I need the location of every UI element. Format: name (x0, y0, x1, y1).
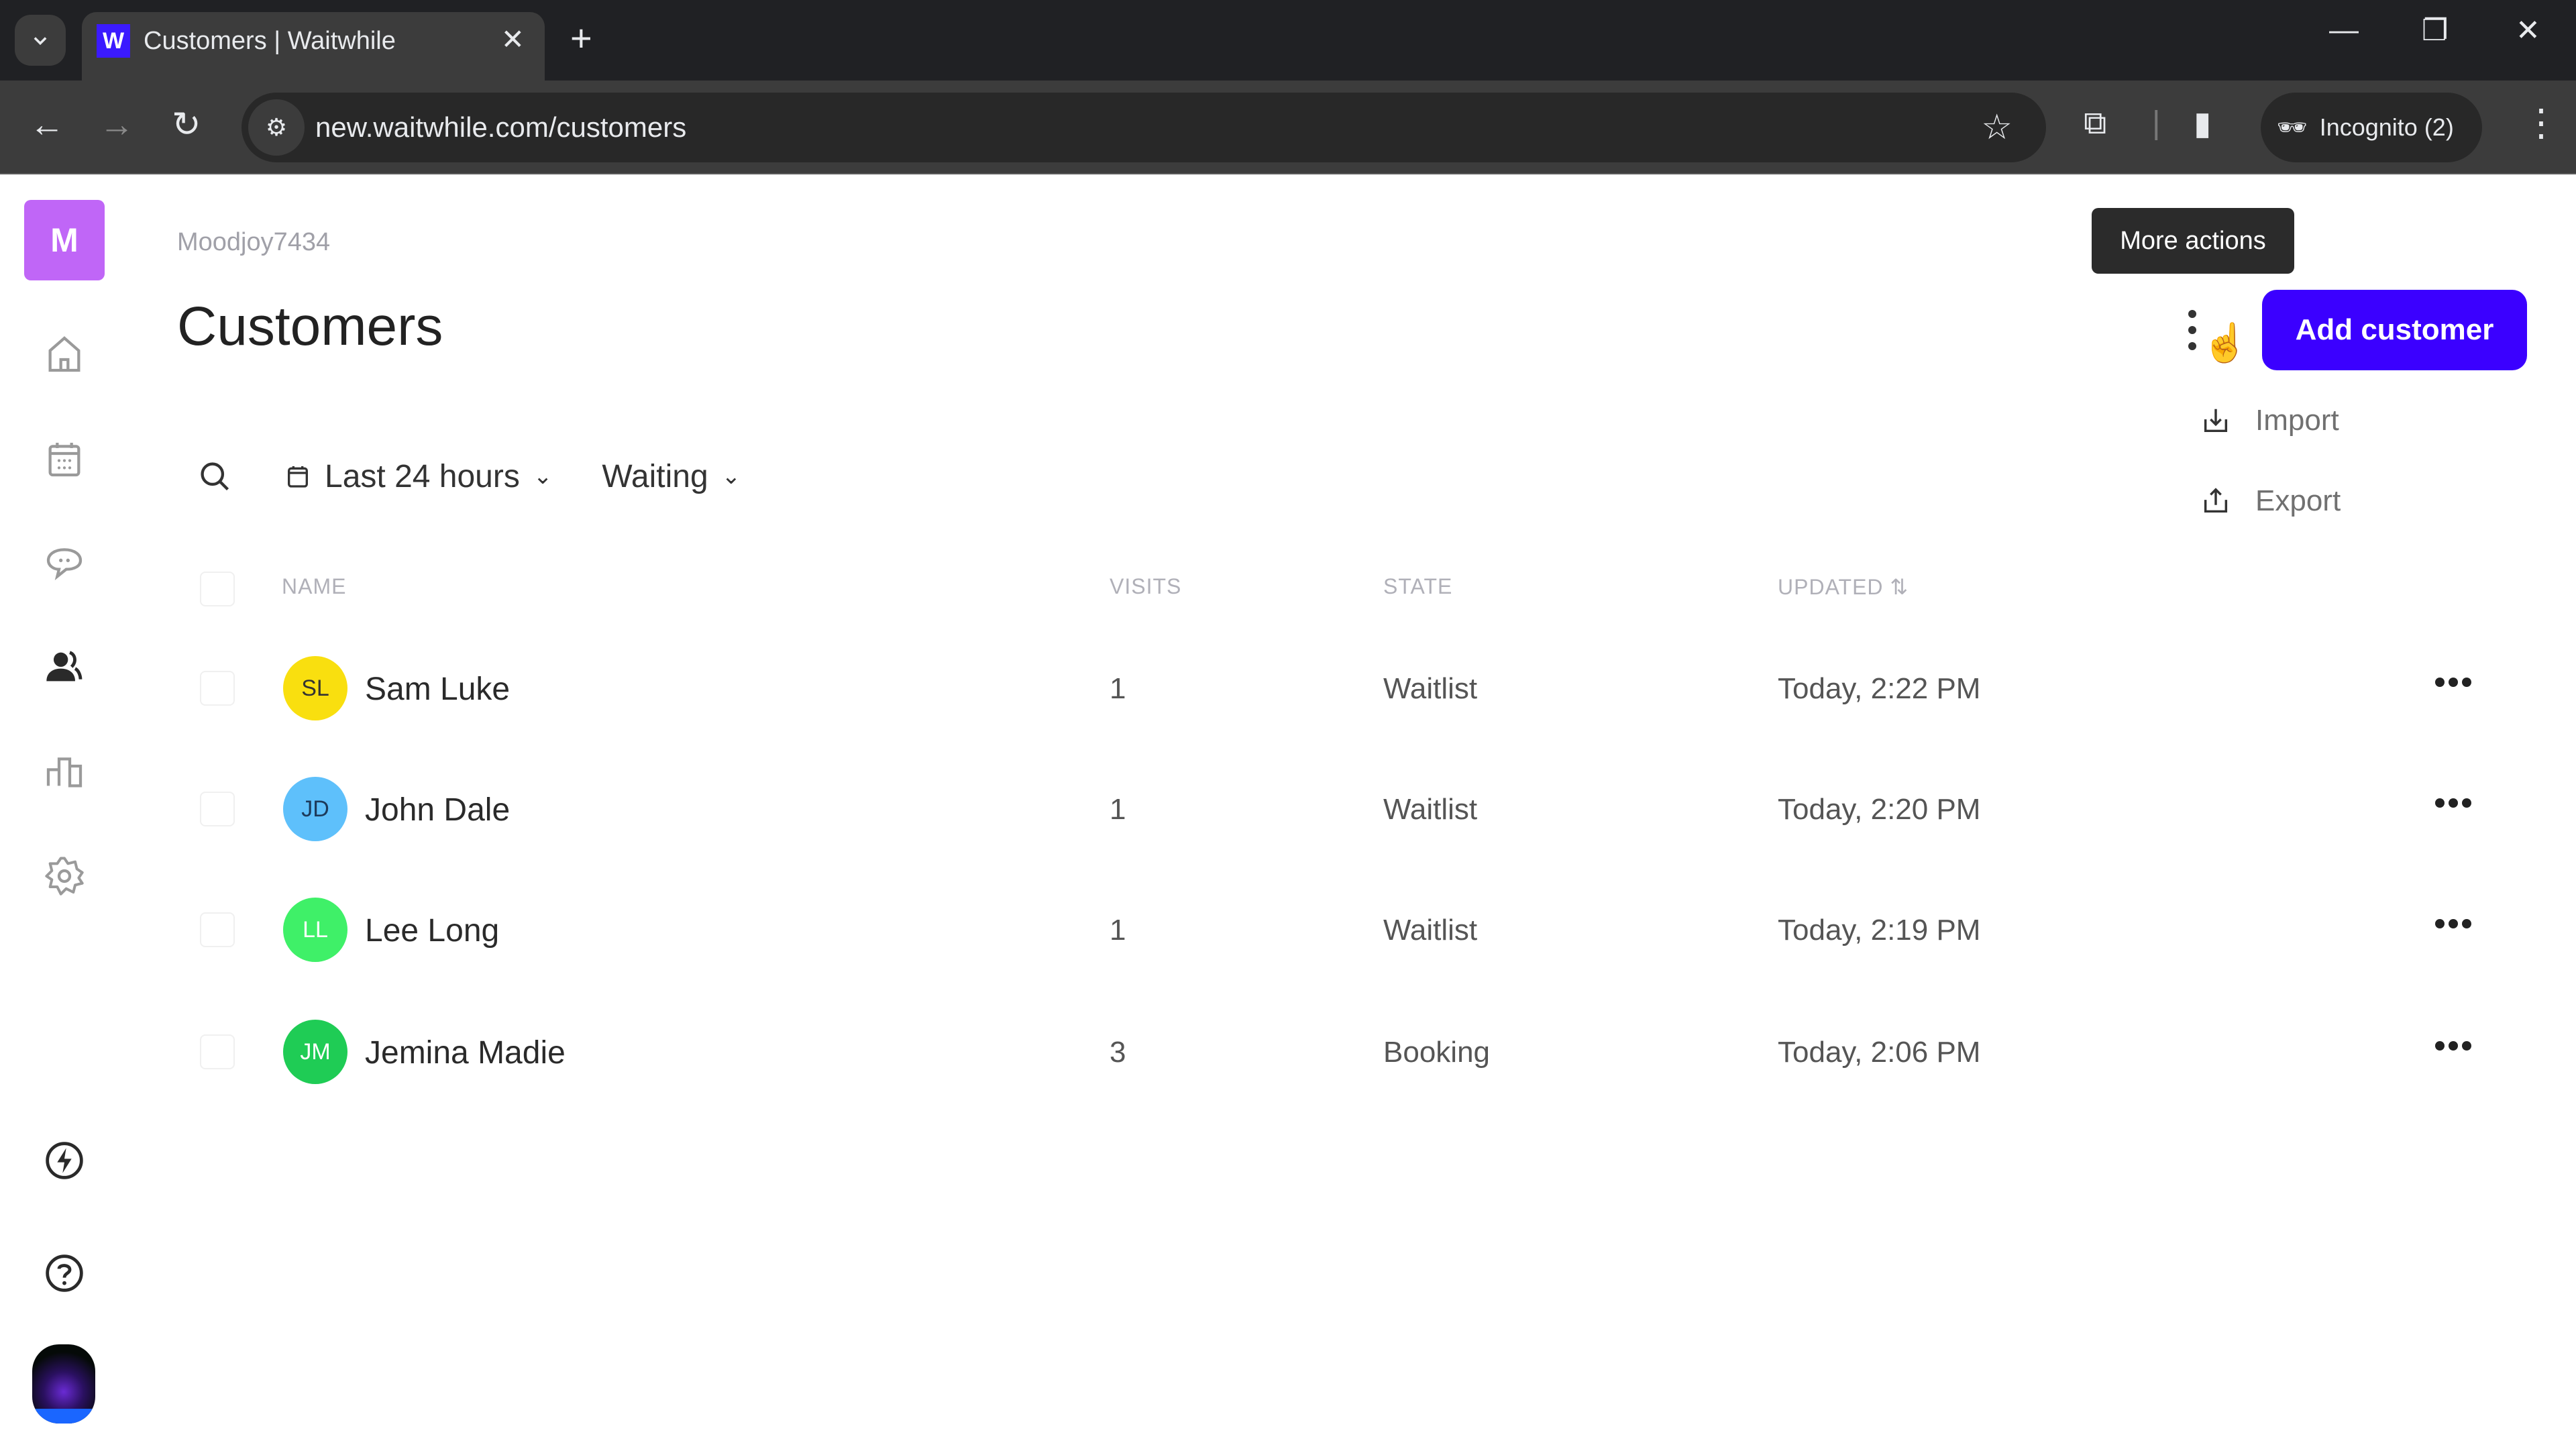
export-label: Export (2255, 484, 2341, 517)
customer-name[interactable]: John Dale (365, 792, 510, 828)
row-more-button[interactable] (2435, 919, 2471, 928)
search-icon (201, 462, 229, 491)
extensions-icon[interactable]: ⧉ (2084, 105, 2106, 142)
browser-toolbar: ← → ↻ ⚙ new.waitwhile.com/customers ☆ ⧉ … (0, 80, 2576, 174)
table-row[interactable]: LL Lee Long 1 Waitlist Today, 2:19 PM (0, 890, 2576, 970)
visits-count: 3 (1110, 1036, 1126, 1069)
kebab-dot (2188, 342, 2196, 350)
import-icon (2204, 409, 2228, 433)
visits-count: 1 (1110, 793, 1126, 826)
browser-menu-icon[interactable]: ⋮ (2522, 101, 2560, 145)
incognito-icon: 🕶 (2277, 113, 2308, 141)
home-icon[interactable] (40, 330, 89, 378)
avatar-initials: SL (301, 675, 329, 701)
tab-search-button[interactable] (15, 15, 66, 66)
row-more-button[interactable] (2435, 678, 2471, 687)
row-more-button[interactable] (2435, 1041, 2471, 1051)
row-checkbox[interactable] (200, 792, 235, 826)
select-all-checkbox[interactable] (200, 572, 235, 606)
incognito-label: Incognito (2) (2319, 113, 2454, 141)
chevron-down-icon: ⌄ (533, 464, 553, 489)
filter-bar: Last 24 hours ⌄ Waiting ⌄ (195, 449, 741, 503)
updated-time: Today, 2:06 PM (1778, 1036, 1981, 1069)
side-panel-icon[interactable]: ▮ (2194, 105, 2211, 142)
table-row[interactable]: JM Jemina Madie 3 Booking Today, 2:06 PM (0, 1012, 2576, 1092)
site-info-icon[interactable]: ⚙ (248, 99, 305, 156)
visits-count: 1 (1110, 672, 1126, 705)
location-logo[interactable]: M (24, 200, 105, 280)
help-icon[interactable] (40, 1249, 89, 1297)
status-filter[interactable]: Waiting ⌄ (602, 458, 741, 495)
kebab-dot (2188, 310, 2196, 318)
pointer-cursor-icon: ☝ (2202, 321, 2249, 364)
row-checkbox[interactable] (200, 912, 235, 947)
url-text[interactable]: new.waitwhile.com/customers (315, 111, 686, 144)
close-window-icon[interactable]: ✕ (2516, 13, 2540, 48)
import-menu-item[interactable]: Import (2200, 404, 2339, 437)
restore-icon[interactable]: ❐ (2422, 13, 2448, 48)
customer-name[interactable]: Jemina Madie (365, 1034, 566, 1071)
updated-time: Today, 2:22 PM (1778, 672, 1981, 705)
more-actions-tooltip: More actions (2092, 208, 2294, 274)
customer-name[interactable]: Lee Long (365, 912, 499, 949)
updated-time: Today, 2:19 PM (1778, 914, 1981, 947)
column-header-state[interactable]: STATE (1383, 574, 1452, 599)
date-range-filter[interactable]: Last 24 hours ⌄ (284, 458, 552, 495)
column-header-visits[interactable]: VISITS (1110, 574, 1181, 599)
customer-state: Waitlist (1383, 914, 1478, 947)
browser-tab[interactable]: W Customers | Waitwhile ✕ (82, 12, 545, 80)
chevron-down-icon (34, 37, 47, 46)
customer-state: Booking (1383, 1036, 1491, 1069)
customer-avatar: JM (283, 1020, 347, 1084)
row-checkbox[interactable] (200, 671, 235, 706)
browser-tab-strip: W Customers | Waitwhile ✕ + — ❐ ✕ (0, 0, 2576, 80)
waitwhile-favicon-icon: W (97, 24, 130, 58)
forward-icon[interactable]: → (99, 105, 134, 145)
customer-name[interactable]: Sam Luke (365, 671, 510, 708)
visits-count: 1 (1110, 914, 1126, 947)
reload-icon[interactable]: ↻ (172, 105, 201, 145)
add-customer-button[interactable]: Add customer (2262, 290, 2527, 370)
new-tab-button[interactable]: + (570, 15, 592, 62)
account-name: Moodjoy7434 (177, 228, 331, 256)
search-button[interactable] (195, 456, 235, 496)
tab-title: Customers | Waitwhile (144, 27, 396, 55)
column-header-updated[interactable]: UPDATED ⇅ (1778, 574, 1909, 600)
user-profile-avatar[interactable] (32, 1344, 95, 1424)
customer-state: Waitlist (1383, 793, 1478, 826)
export-menu-item[interactable]: Export (2200, 484, 2341, 518)
row-checkbox[interactable] (200, 1034, 235, 1069)
calendar-small-icon (288, 466, 308, 488)
status-label: Waiting (602, 458, 708, 494)
calendar-icon[interactable] (40, 435, 89, 483)
messages-icon[interactable] (40, 538, 89, 586)
back-icon[interactable]: ← (30, 105, 64, 145)
date-range-label: Last 24 hours (325, 458, 520, 494)
kebab-dot (2188, 326, 2196, 334)
chevron-down-icon: ⌄ (721, 464, 741, 489)
incognito-badge[interactable]: 🕶 Incognito (2) (2261, 93, 2482, 162)
customer-avatar: LL (283, 898, 347, 962)
table-row[interactable]: SL Sam Luke 1 Waitlist Today, 2:22 PM (0, 648, 2576, 729)
avatar-initials: JM (300, 1038, 331, 1065)
avatar-initials: LL (303, 916, 328, 943)
customer-avatar: SL (283, 656, 347, 720)
page-title: Customers (177, 296, 443, 357)
close-tab-icon[interactable]: ✕ (501, 23, 525, 56)
column-header-name[interactable]: NAME (282, 574, 346, 599)
toolbar-divider: | (2152, 105, 2161, 141)
minimize-icon[interactable]: — (2329, 13, 2359, 47)
avatar-initials: JD (301, 796, 329, 822)
table-row[interactable]: JD John Dale 1 Waitlist Today, 2:20 PM (0, 769, 2576, 849)
export-icon (2204, 488, 2228, 513)
more-actions-button[interactable] (2184, 310, 2200, 350)
bookmark-star-icon[interactable]: ☆ (1981, 107, 2012, 148)
row-more-button[interactable] (2435, 798, 2471, 808)
import-label: Import (2255, 404, 2339, 437)
lightning-icon[interactable] (40, 1136, 89, 1185)
customer-state: Waitlist (1383, 672, 1478, 705)
customer-avatar: JD (283, 777, 347, 841)
address-bar[interactable]: ⚙ new.waitwhile.com/customers ☆ (241, 93, 2046, 162)
updated-time: Today, 2:20 PM (1778, 793, 1981, 826)
